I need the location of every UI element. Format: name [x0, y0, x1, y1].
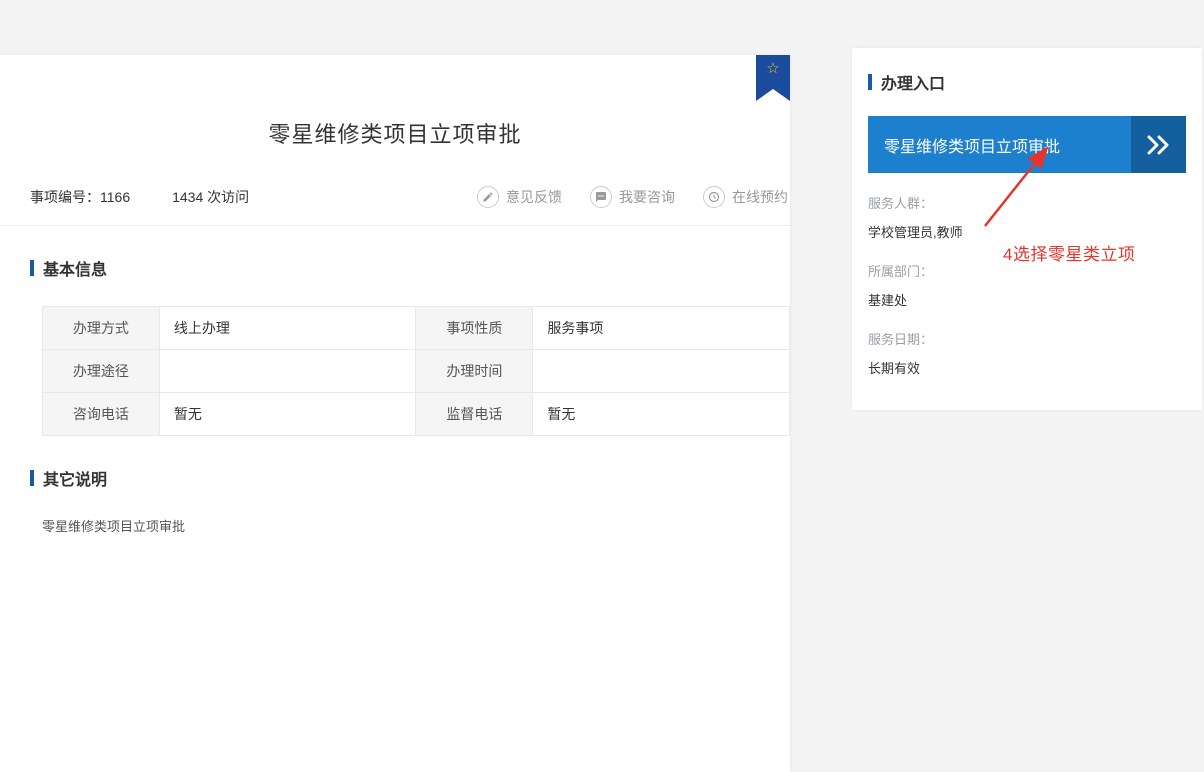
item-meta: 事项编号：1166 1434 次访问 — [30, 187, 249, 207]
table-cell-label: 咨询电话 — [43, 393, 160, 436]
service-date-field: 服务日期： 长期有效 — [868, 329, 1186, 377]
service-group-field: 服务人群： 学校管理员,教师 — [868, 193, 1186, 241]
feedback-button[interactable]: 意见反馈 — [477, 186, 562, 208]
visit-count: 1434 次访问 — [172, 187, 249, 207]
table-cell-label: 监督电话 — [416, 393, 533, 436]
divider — [0, 225, 790, 226]
table-cell-label: 事项性质 — [416, 307, 533, 350]
consult-label: 我要咨询 — [619, 187, 675, 207]
table-cell-label: 办理时间 — [416, 350, 533, 393]
table-row: 咨询电话 暂无 监督电话 暂无 — [43, 393, 790, 436]
department-value: 基建处 — [868, 290, 1186, 309]
table-cell-value: 暂无 — [159, 393, 416, 436]
entry-panel: 办理入口 零星维修类项目立项审批 服务人群： 学校管理员,教师 所属部门： 基建… — [852, 48, 1202, 410]
detail-panel: ☆ 零星维修类项目立项审批 事项编号：1166 1434 次访问 意见反馈 我要… — [0, 55, 790, 772]
entry-button-main: 零星维修类项目立项审批 — [868, 116, 1131, 173]
entry-title: 办理入口 — [881, 70, 945, 94]
double-chevron-icon — [1131, 116, 1186, 173]
section-bar — [30, 260, 34, 276]
consult-button[interactable]: 我要咨询 — [590, 186, 675, 208]
basic-info-title: 基本信息 — [43, 256, 107, 280]
service-group-value: 学校管理员,教师 — [868, 222, 1186, 241]
star-icon: ☆ — [766, 61, 779, 76]
item-number: 1166 — [100, 189, 130, 205]
clock-icon — [703, 186, 725, 208]
annotation-text: 4选择零星类立项 — [1003, 240, 1135, 265]
table-cell-label: 办理方式 — [43, 307, 160, 350]
table-row: 办理方式 线上办理 事项性质 服务事项 — [43, 307, 790, 350]
reserve-label: 在线预约 — [732, 187, 788, 207]
table-row: 办理途径 办理时间 — [43, 350, 790, 393]
service-date-label: 服务日期： — [868, 329, 1186, 348]
table-cell-value: 服务事项 — [533, 307, 790, 350]
table-cell-value: 线上办理 — [159, 307, 416, 350]
action-buttons: 意见反馈 我要咨询 在线预约 — [449, 186, 788, 208]
other-info-header: 其它说明 — [30, 466, 790, 490]
item-number-label: 事项编号： — [30, 187, 100, 207]
entry-button-label: 零星维修类项目立项审批 — [884, 133, 1060, 157]
service-date-value: 长期有效 — [868, 358, 1186, 377]
table-cell-label: 办理途径 — [43, 350, 160, 393]
entry-header: 办理入口 — [868, 70, 1186, 94]
page-title: 零星维修类项目立项审批 — [0, 55, 790, 149]
basic-info-table: 办理方式 线上办理 事项性质 服务事项 办理途径 办理时间 咨询电话 暂无 监督… — [42, 306, 790, 436]
table-cell-value — [159, 350, 416, 393]
section-bar — [868, 74, 872, 90]
other-info-text: 零星维修类项目立项审批 — [42, 516, 790, 535]
table-cell-value: 暂无 — [533, 393, 790, 436]
comment-icon — [590, 186, 612, 208]
basic-info-header: 基本信息 — [30, 256, 790, 280]
section-bar — [30, 470, 34, 486]
pencil-icon — [477, 186, 499, 208]
reserve-button[interactable]: 在线预约 — [703, 186, 788, 208]
table-cell-value — [533, 350, 790, 393]
service-group-label: 服务人群： — [868, 193, 1186, 212]
department-field: 所属部门： 基建处 — [868, 261, 1186, 309]
entry-button[interactable]: 零星维修类项目立项审批 — [868, 116, 1186, 173]
feedback-label: 意见反馈 — [506, 187, 562, 207]
other-info-title: 其它说明 — [43, 466, 107, 490]
meta-row: 事项编号：1166 1434 次访问 意见反馈 我要咨询 在线预约 — [30, 185, 790, 209]
